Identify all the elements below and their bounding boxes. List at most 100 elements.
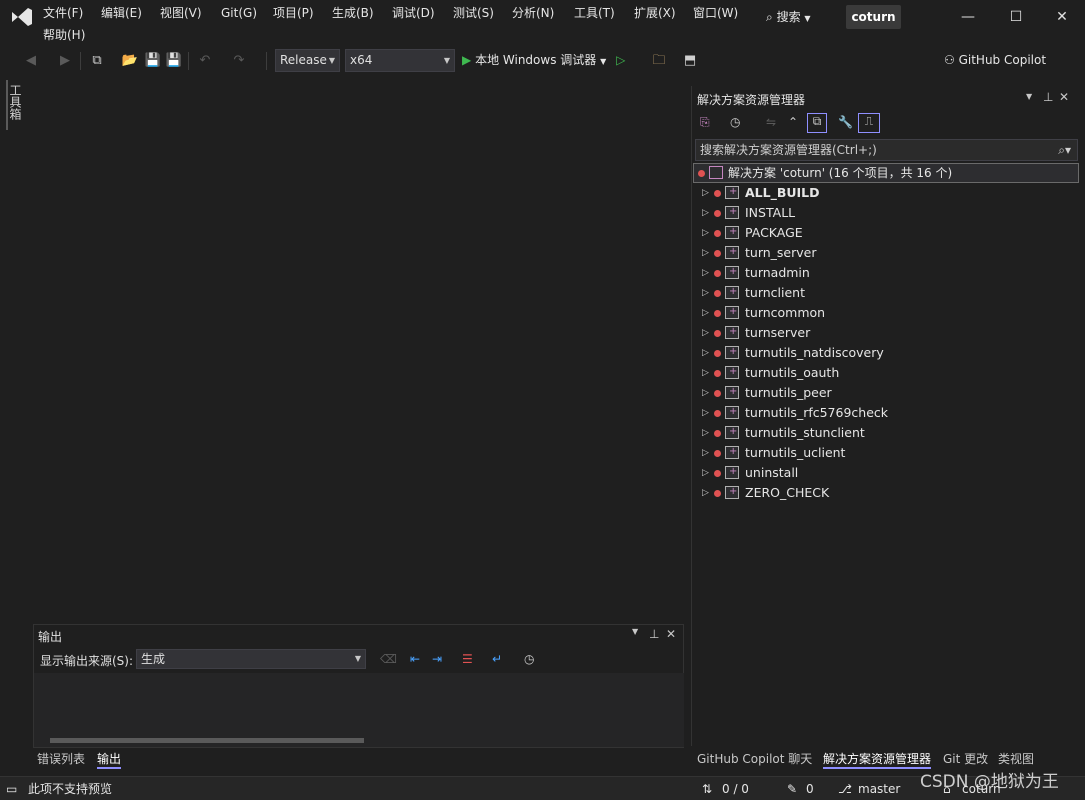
expand-arrow-icon[interactable]: ▷: [702, 243, 709, 263]
pin-icon[interactable]: ⊥: [649, 627, 659, 641]
output-text-area[interactable]: [34, 673, 666, 733]
show-all-files-icon[interactable]: ⧉: [807, 113, 827, 133]
project-node[interactable]: ▷ turnclient: [692, 282, 1081, 303]
preview-selected-icon[interactable]: ⎍: [858, 113, 880, 133]
minimize-button[interactable]: —: [948, 4, 988, 30]
clock-icon[interactable]: ◷: [524, 652, 534, 666]
project-node[interactable]: ▷ turn_server: [692, 242, 1081, 263]
menu-extensions[interactable]: 扩展(X): [634, 4, 676, 22]
project-node[interactable]: ▷ turnserver: [692, 322, 1081, 343]
window-layout-icon[interactable]: ⬒: [681, 51, 699, 71]
expand-arrow-icon[interactable]: ▷: [702, 483, 709, 503]
expand-arrow-icon[interactable]: ▷: [702, 403, 709, 423]
configuration-select[interactable]: Release ▼: [275, 49, 340, 72]
menu-test[interactable]: 测试(S): [453, 4, 494, 22]
back-icon[interactable]: ◀: [22, 51, 40, 71]
redo-icon[interactable]: ↷: [230, 51, 248, 71]
tab-error-list[interactable]: 错误列表: [37, 749, 85, 769]
output-source-select[interactable]: 生成 ▼: [136, 649, 366, 669]
project-node[interactable]: ▷ ZERO_CHECK: [692, 482, 1081, 503]
chevron-down-icon[interactable]: ▼: [1026, 92, 1032, 101]
expand-arrow-icon[interactable]: ▷: [702, 303, 709, 323]
new-project-icon[interactable]: ⧉: [88, 51, 106, 71]
project-node[interactable]: ▷ turnutils_oauth: [692, 362, 1081, 383]
github-copilot-button[interactable]: ⚇ GitHub Copilot: [944, 49, 1046, 71]
menu-view[interactable]: 视图(V): [160, 4, 202, 22]
project-name-badge[interactable]: coturn: [846, 5, 901, 29]
pin-icon[interactable]: ⊥: [1043, 90, 1053, 104]
menu-tools[interactable]: 工具(T): [574, 4, 615, 22]
start-without-debugging-icon[interactable]: ▷: [616, 53, 625, 67]
open-folder-icon[interactable]: 📂: [121, 51, 139, 71]
clear-all-icon[interactable]: ☰: [462, 652, 473, 666]
pending-changes-icon[interactable]: ◷: [730, 115, 740, 129]
project-node[interactable]: ▷ turnutils_stunclient: [692, 422, 1081, 443]
menu-project[interactable]: 项目(P): [273, 4, 314, 22]
expand-arrow-icon[interactable]: ▷: [702, 343, 709, 363]
toolbox-tab[interactable]: 工具箱: [6, 80, 24, 130]
tab-class-view[interactable]: 类视图: [998, 749, 1034, 769]
sync-status[interactable]: 0 / 0: [722, 780, 749, 798]
search-button[interactable]: ⌕ 搜索 ▼: [766, 6, 811, 28]
platform-select[interactable]: x64 ▼: [345, 49, 455, 72]
solution-explorer-search[interactable]: 搜索解决方案资源管理器(Ctrl+;) ⌕▾: [695, 139, 1078, 161]
expand-arrow-icon[interactable]: ▷: [702, 263, 709, 283]
chevron-down-icon[interactable]: ▼: [632, 627, 638, 636]
tab-git-changes[interactable]: Git 更改: [943, 749, 988, 769]
project-node[interactable]: ▷ uninstall: [692, 462, 1081, 483]
project-node[interactable]: ▷ PACKAGE: [692, 222, 1081, 243]
project-node[interactable]: ▷ INSTALL: [692, 202, 1081, 223]
menu-build[interactable]: 生成(B): [332, 4, 374, 22]
save-icon[interactable]: 💾: [144, 51, 162, 71]
expand-arrow-icon[interactable]: ▷: [702, 383, 709, 403]
tab-copilot-chat[interactable]: GitHub Copilot 聊天: [697, 749, 812, 769]
project-node[interactable]: ▷ turnutils_uclient: [692, 442, 1081, 463]
branch-icon[interactable]: ⎇: [838, 780, 852, 798]
expand-arrow-icon[interactable]: ▷: [702, 203, 709, 223]
menu-window[interactable]: 窗口(W): [693, 4, 738, 22]
branch-name[interactable]: master: [858, 780, 900, 798]
project-node[interactable]: ▷ turncommon: [692, 302, 1081, 323]
undo-icon[interactable]: ↶: [196, 51, 214, 71]
expand-arrow-icon[interactable]: ▷: [702, 283, 709, 303]
menu-help[interactable]: 帮助(H): [43, 26, 85, 44]
menu-analyze[interactable]: 分析(N): [512, 4, 554, 22]
project-node[interactable]: ▷ ALL_BUILD: [692, 182, 1081, 203]
project-node[interactable]: ▷ turnutils_peer: [692, 382, 1081, 403]
close-icon[interactable]: ✕: [666, 627, 676, 641]
pencil-icon[interactable]: ✎: [787, 780, 797, 798]
wrench-icon[interactable]: 🔧: [838, 115, 853, 129]
expand-arrow-icon[interactable]: ▷: [702, 463, 709, 483]
expand-arrow-icon[interactable]: ▷: [702, 423, 709, 443]
vertical-scrollbar[interactable]: [666, 673, 684, 747]
close-icon[interactable]: ✕: [1059, 90, 1069, 104]
sync-icon[interactable]: ⇋: [766, 115, 776, 129]
pending-edits-count[interactable]: 0: [806, 780, 814, 798]
maximize-button[interactable]: ☐: [996, 4, 1036, 30]
expand-arrow-icon[interactable]: ▷: [702, 183, 709, 203]
folder-view-icon[interactable]: 🗀: [650, 51, 668, 71]
solution-node[interactable]: 解决方案 'coturn' (16 个项目，共 16 个): [693, 163, 1079, 183]
save-all-icon[interactable]: 💾: [165, 51, 183, 71]
close-button[interactable]: ✕: [1042, 4, 1082, 30]
project-node[interactable]: ▷ turnutils_natdiscovery: [692, 342, 1081, 363]
menu-file[interactable]: 文件(F): [43, 4, 83, 22]
sync-status-icon[interactable]: ⇅: [702, 780, 712, 798]
project-node[interactable]: ▷ turnutils_rfc5769check: [692, 402, 1081, 423]
word-wrap-icon[interactable]: ↵: [492, 652, 502, 666]
horizontal-scrollbar[interactable]: [34, 733, 666, 747]
menu-edit[interactable]: 编辑(E): [101, 4, 142, 22]
expand-arrow-icon[interactable]: ▷: [702, 443, 709, 463]
expand-arrow-icon[interactable]: ▷: [702, 323, 709, 343]
previous-message-icon[interactable]: ⇤: [410, 652, 420, 666]
collapse-all-icon[interactable]: ⌃: [788, 115, 798, 129]
tab-output[interactable]: 输出: [97, 749, 122, 769]
next-message-icon[interactable]: ⇥: [432, 652, 442, 666]
menu-debug[interactable]: 调试(D): [392, 4, 435, 22]
find-message-icon[interactable]: ⌫: [380, 652, 397, 666]
switch-views-icon[interactable]: ⎘: [700, 115, 710, 130]
expand-arrow-icon[interactable]: ▷: [702, 223, 709, 243]
expand-arrow-icon[interactable]: ▷: [702, 363, 709, 383]
start-debugging-button[interactable]: ▶ 本地 Windows 调试器 ▼ ▷: [462, 49, 625, 71]
tab-solution-explorer[interactable]: 解决方案资源管理器: [823, 749, 932, 769]
